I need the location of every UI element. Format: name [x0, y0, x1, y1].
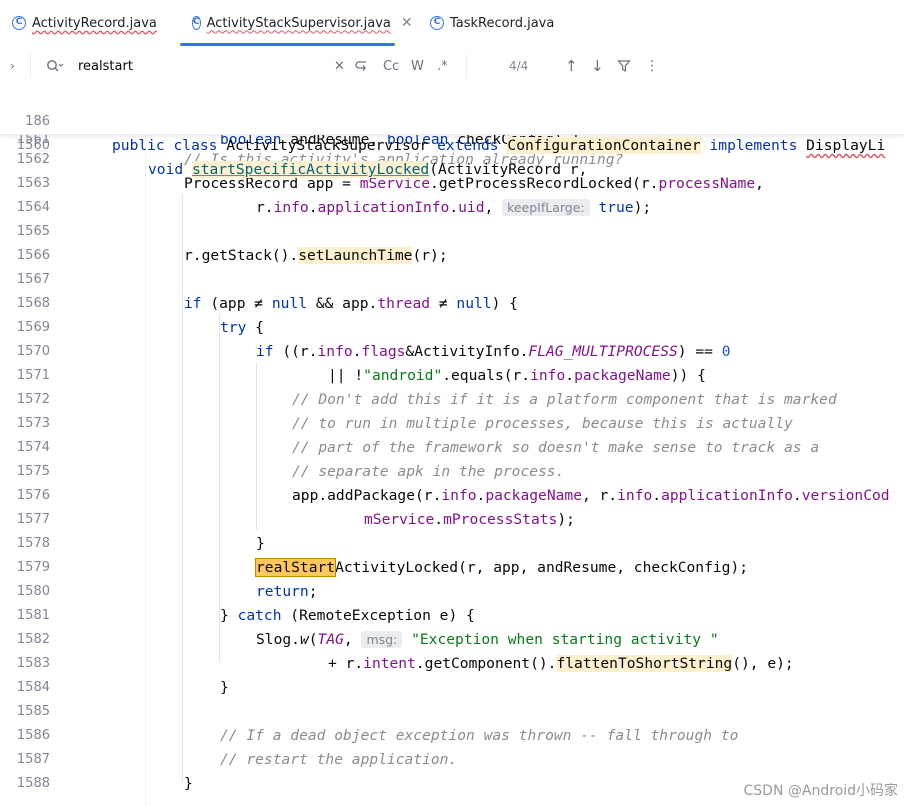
code-line: if ((r.info.flags&ActivityInfo.FLAG_MULT… [256, 343, 731, 360]
code-line: + r.intent.getComponent().flattenToShort… [328, 655, 794, 672]
line-number: 1569 [16, 320, 50, 335]
code-line: // part of the framework so doesn't make… [292, 439, 820, 456]
line-number: 1566 [16, 248, 50, 263]
line-number: 1583 [16, 656, 50, 671]
line-number: 1570 [16, 344, 50, 359]
line-number: 1588 [16, 776, 50, 791]
code-line: app.addPackage(r.info.packageName, r.inf… [292, 487, 890, 504]
line-number: 1572 [16, 392, 50, 407]
java-class-icon: C [12, 16, 26, 30]
code-line: r.info.applicationInfo.uid, keepIfLarge:… [256, 199, 652, 216]
code-line: // Don't add this if it is a platform co… [292, 391, 837, 408]
find-bar: › realstart ✕ Cc W .* 4/4 ↑ ↓ ⋮ [0, 46, 904, 87]
tab-activity-record[interactable]: C ActivityRecord.java [12, 0, 157, 46]
line-number: 1581 [16, 608, 50, 623]
code-line: try { [220, 319, 264, 336]
parameter-hint: msg: [361, 631, 403, 648]
line-number: 1571 [16, 368, 50, 383]
sticky-scroll-header[interactable]: 186 public class ActivityStackSupervisor… [0, 86, 904, 178]
replace-toggle-icon[interactable] [354, 46, 370, 86]
code-line: || !"android".equals(r.info.packageName)… [328, 367, 706, 384]
search-input[interactable]: realstart [78, 46, 133, 86]
line-number: 1565 [16, 224, 50, 239]
code-line: realStartActivityLocked(r, app, andResum… [254, 558, 749, 577]
whole-words-toggle[interactable]: W [411, 46, 424, 86]
line-number: 1582 [16, 632, 50, 647]
code-line: } [220, 679, 229, 696]
line-number: 1568 [16, 296, 50, 311]
line-number: 1580 [16, 584, 50, 599]
line-number: 1573 [16, 416, 50, 431]
code-editor[interactable]: 186 public class ActivityStackSupervisor… [0, 86, 904, 806]
sticky-class-declaration[interactable]: public class ActivityStackSupervisor ext… [112, 134, 885, 158]
watermark: CSDN @Android小码家 [743, 783, 899, 799]
match-count: 4/4 [509, 59, 529, 73]
tab-label: TaskRecord.java [450, 15, 555, 31]
code-line: mService.mProcessStats); [364, 511, 575, 528]
line-number: 1578 [16, 536, 50, 551]
editor-tab-bar: C ActivityRecord.java C ActivityStackSup… [0, 0, 904, 47]
line-number: 1574 [16, 440, 50, 455]
code-line: } [256, 535, 265, 552]
code-line: if (app ≠ null && app.thread ≠ null) { [184, 295, 518, 312]
regex-toggle[interactable]: .* [437, 46, 448, 86]
match-case-toggle[interactable]: Cc [383, 46, 399, 86]
code-line: // If a dead object exception was thrown… [220, 727, 739, 744]
search-match-highlight: realStart [254, 558, 337, 577]
java-class-icon: C [430, 16, 444, 30]
line-number: 1575 [16, 464, 50, 479]
code-line: // restart the application. [220, 751, 458, 768]
code-line: // separate apk in the process. [292, 463, 565, 480]
line-number: 1560 [16, 138, 50, 153]
line-number: 1579 [16, 560, 50, 575]
line-number: 1576 [16, 488, 50, 503]
line-number: 1585 [16, 704, 50, 719]
filter-icon[interactable] [617, 46, 631, 86]
code-line: } [184, 775, 193, 792]
code-line: r.getStack().setLaunchTime(r); [184, 247, 448, 264]
sticky-method-declaration[interactable]: void startSpecificActivityLocked(Activit… [148, 158, 587, 182]
parameter-hint: keepIfLarge: [502, 199, 590, 216]
code-line: return; [256, 583, 318, 600]
close-icon[interactable]: ✕ [401, 15, 413, 31]
tab-activity-stack-supervisor[interactable]: C ActivityStackSupervisor.java ✕ [180, 0, 413, 46]
more-options-icon[interactable]: ⋮ [645, 46, 659, 86]
line-number: 1584 [16, 680, 50, 695]
search-icon[interactable] [46, 46, 64, 86]
line-number: 1577 [16, 512, 50, 527]
line-number: 1586 [16, 728, 50, 743]
tab-label: ActivityStackSupervisor.java [206, 15, 391, 31]
expand-chevron-icon[interactable]: › [10, 46, 15, 86]
code-line: Slog.w(TAG, msg: "Exception when startin… [256, 631, 719, 648]
line-number: 1567 [16, 272, 50, 287]
code-line: // to run in multiple processes, because… [292, 415, 793, 432]
tab-task-record[interactable]: C TaskRecord.java [430, 0, 554, 46]
java-class-icon: C [192, 16, 201, 30]
tab-label: ActivityRecord.java [32, 15, 157, 31]
code-line: } catch (RemoteException e) { [220, 607, 475, 624]
clear-search-icon[interactable]: ✕ [334, 46, 345, 86]
line-number: 1587 [16, 752, 50, 767]
next-match-arrow-icon[interactable]: ↓ [591, 46, 604, 86]
previous-match-arrow-icon[interactable]: ↑ [565, 46, 578, 86]
